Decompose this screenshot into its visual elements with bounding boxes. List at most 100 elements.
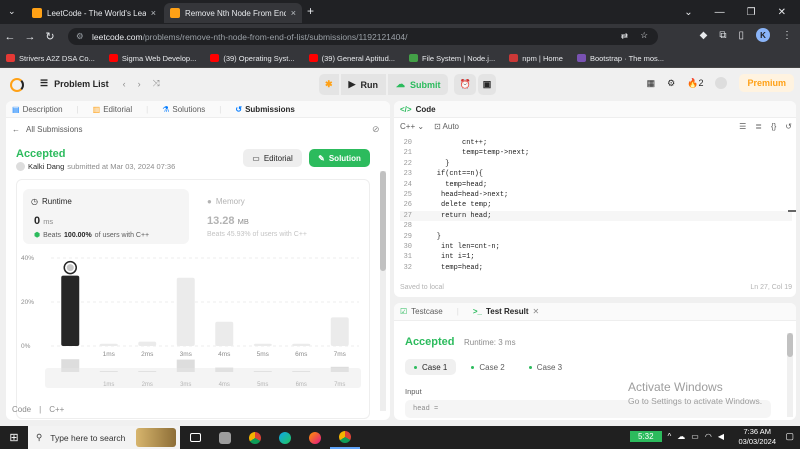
back-icon[interactable]: ← <box>0 31 20 43</box>
reload-icon[interactable]: ↻ <box>40 30 60 43</box>
language-select[interactable]: C++ ⌄ <box>400 122 424 131</box>
submit-button[interactable]: ☁ Submit <box>387 74 449 95</box>
scroll-thumb[interactable] <box>380 171 386 271</box>
extensions-puzzle-icon[interactable]: ⧉ <box>719 30 726 41</box>
edge-icon[interactable] <box>270 431 300 444</box>
format-icon[interactable]: ≣ <box>755 122 762 131</box>
task-view-icon[interactable] <box>180 433 210 442</box>
windows-start-icon[interactable]: ⊞ <box>0 431 28 444</box>
leetcode-logo-icon[interactable] <box>10 77 24 92</box>
bookmark-item[interactable]: Strivers A2Z DSA Co... <box>6 54 95 63</box>
bookmark-star-icon[interactable]: ☆ <box>640 30 648 41</box>
tab-search-icon[interactable]: ⌄ <box>8 6 16 17</box>
share-link-icon[interactable]: ⊘ <box>372 124 380 135</box>
bookmark-item[interactable]: Sigma Web Develop... <box>108 54 196 63</box>
run-button[interactable]: ▶ Run <box>340 74 386 95</box>
prev-problem-icon[interactable]: ‹ <box>123 79 126 89</box>
streak-counter[interactable]: 🔥2 <box>687 78 703 89</box>
browser-tab-leetcode[interactable]: LeetCode - The World's Leadin × <box>26 3 162 23</box>
firefox-icon[interactable] <box>300 431 330 444</box>
bookmark-item[interactable]: File System | Node.j... <box>409 54 495 63</box>
bookmark-icon[interactable]: ☰ <box>739 122 746 131</box>
braces-icon[interactable]: {} <box>771 122 776 131</box>
close-icon[interactable]: × <box>151 8 156 18</box>
autocomplete-toggle[interactable]: ⊡ Auto <box>434 122 459 131</box>
wifi-icon[interactable]: ◠ <box>705 432 712 441</box>
timer-button[interactable]: ⏰ <box>454 74 476 95</box>
timer-badge[interactable]: 5:32 <box>629 431 662 442</box>
layout-grid-icon[interactable]: ▦ <box>647 78 656 89</box>
code-line[interactable]: 32 temp=head; <box>400 263 792 273</box>
chrome-icon[interactable] <box>240 431 270 444</box>
left-scrollbar[interactable] <box>380 171 386 411</box>
next-problem-icon[interactable]: › <box>138 79 141 89</box>
reset-icon[interactable]: ↺ <box>785 122 792 131</box>
memory-card[interactable]: ● Memory 13.28 MB Beats 45.93% of users w… <box>207 189 357 244</box>
settings-gear-icon[interactable]: ⚙ <box>667 78 675 89</box>
profile-avatar[interactable]: K <box>756 28 770 42</box>
case-3-tab[interactable]: Case 3 <box>520 359 571 375</box>
code-line[interactable]: 20 cnt++; <box>400 138 792 148</box>
battery-icon[interactable]: ▭ <box>691 432 699 441</box>
author-name[interactable]: Kalki Dang <box>28 162 64 171</box>
solution-button[interactable]: ✎ Solution <box>309 149 370 167</box>
new-tab-button[interactable]: + <box>307 4 314 18</box>
premium-button[interactable]: Premium <box>739 74 794 92</box>
site-info-icon[interactable]: ⚙ <box>76 31 84 42</box>
code-line[interactable]: 27 return head; <box>400 210 792 222</box>
notification-icon[interactable]: ▢ <box>785 431 794 442</box>
taskbar-clock[interactable]: 7:36 AM 03/03/2024 <box>738 427 776 447</box>
list-icon[interactable]: ☰ <box>40 78 48 89</box>
side-panel-icon[interactable]: ▯ <box>738 30 744 41</box>
code-line[interactable]: 22 } <box>400 159 792 169</box>
code-line[interactable]: 31 int i=1; <box>400 252 792 262</box>
taskbar-search[interactable]: ⚲ Type here to search <box>28 426 180 449</box>
translate-icon[interactable]: ⇄ <box>621 31 628 42</box>
close-icon[interactable]: × <box>291 8 296 18</box>
code-line[interactable]: 26 delete temp; <box>400 200 792 210</box>
forward-icon[interactable]: → <box>20 31 40 43</box>
code-line[interactable]: 29 } <box>400 232 792 242</box>
runtime-card[interactable]: ◷ Runtime 0 ms ⬢ Beats 100.00% of users w… <box>23 189 189 244</box>
cloud-icon[interactable]: ☁ <box>677 432 685 441</box>
tab-submissions[interactable]: ↺ Submissions <box>235 105 295 114</box>
problem-list-link[interactable]: Problem List <box>54 79 109 89</box>
tab-test-result[interactable]: >_ Test Result ✕ <box>473 307 539 316</box>
tab-description[interactable]: ▤ Description <box>12 105 63 114</box>
code-editor[interactable]: 20 cnt++; 21 temp=temp->next; 22 } 23 if(cn… <box>400 138 792 273</box>
maximize-icon[interactable]: ❐ <box>747 7 756 18</box>
bookmark-item[interactable]: Bootstrap · The mos... <box>576 54 664 63</box>
code-line[interactable]: 25 head=head->next; <box>400 190 792 200</box>
case-2-tab[interactable]: Case 2 <box>462 359 513 375</box>
address-bar[interactable]: ⚙ leetcode.com/problems/remove-nth-node-… <box>68 28 658 45</box>
chevron-up-icon[interactable]: ^ <box>668 432 672 441</box>
code-line[interactable]: 28 <box>400 221 792 231</box>
extension-icon[interactable]: ◆ <box>700 30 708 41</box>
tab-list-icon[interactable]: ⌄ <box>684 7 692 18</box>
bookmark-item[interactable]: npm | Home <box>509 54 563 63</box>
code-line[interactable]: 23 if(cnt==n){ <box>400 169 792 179</box>
case-1-tab[interactable]: Case 1 <box>405 359 457 375</box>
menu-kebab-icon[interactable]: ⋮ <box>782 30 792 41</box>
editorial-button[interactable]: ▭ Editorial <box>243 149 302 167</box>
scroll-thumb[interactable] <box>787 333 793 357</box>
browser-tab-remove-nth[interactable]: Remove Nth Node From End of × <box>164 3 302 23</box>
user-avatar[interactable] <box>715 77 728 89</box>
close-icon[interactable]: ✕ <box>532 307 539 316</box>
code-line[interactable]: 30 int len=cnt-n; <box>400 242 792 252</box>
code-line[interactable]: 21 temp=temp->next; <box>400 148 792 158</box>
minimize-icon[interactable]: — <box>715 7 725 18</box>
tab-editorial[interactable]: ▥ Editorial <box>93 105 132 114</box>
volume-icon[interactable]: ◀ <box>718 432 724 441</box>
tab-testcase[interactable]: ☑ Testcase <box>400 307 443 316</box>
close-window-icon[interactable]: ✕ <box>778 7 786 18</box>
notes-button[interactable]: ▣ <box>477 74 497 95</box>
test-scrollbar[interactable] <box>787 333 793 417</box>
camera-app-icon[interactable] <box>210 431 240 444</box>
shuffle-icon[interactable]: ⤨ <box>153 78 160 89</box>
panel-resize-handle[interactable] <box>788 210 796 212</box>
tab-solutions[interactable]: ⚗ Solutions <box>162 105 205 114</box>
chrome-active-icon[interactable] <box>330 426 360 449</box>
all-submissions-link[interactable]: ← All Submissions <box>12 125 82 134</box>
bookmark-item[interactable]: (39) Operating Syst... <box>210 54 295 63</box>
